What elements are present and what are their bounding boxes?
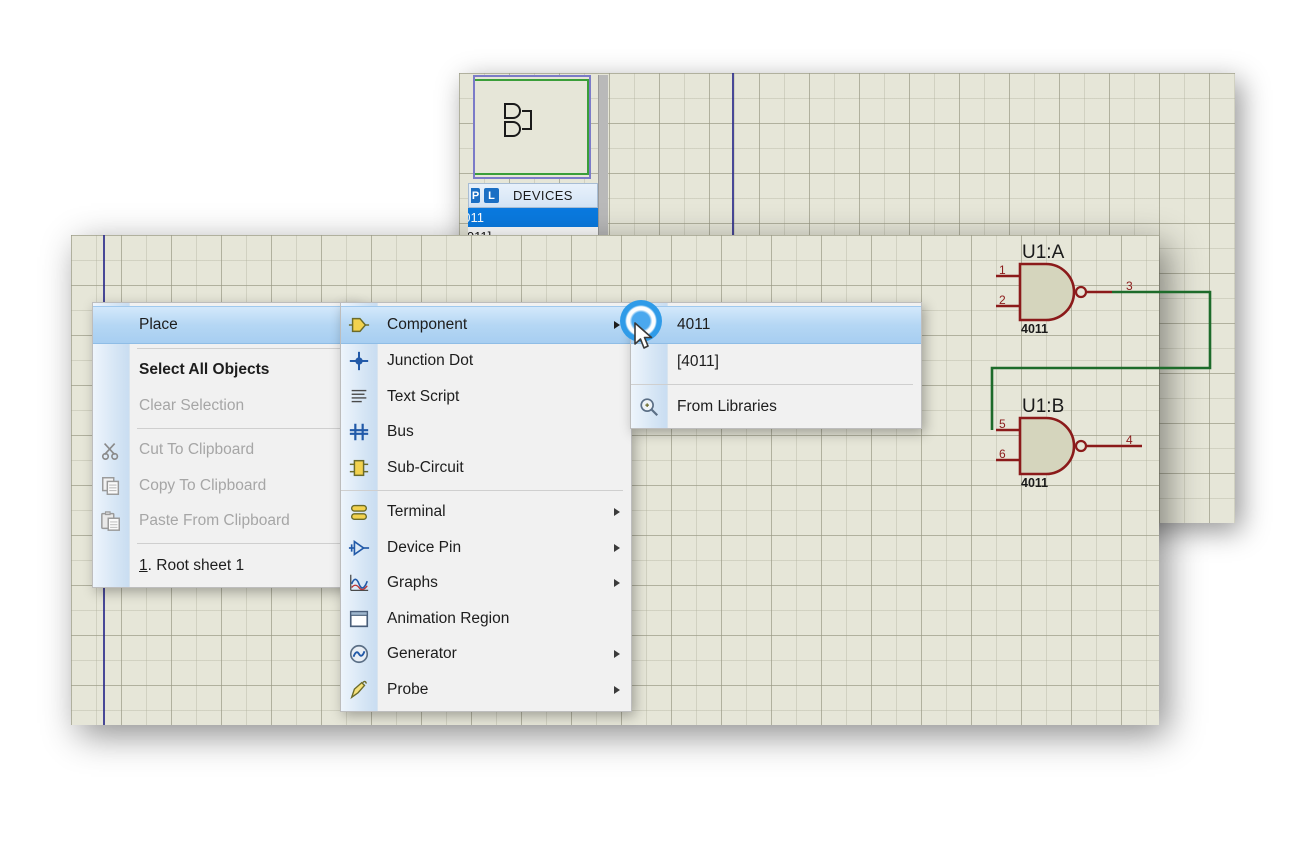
mouse-cursor	[634, 322, 653, 349]
menu-item-junction-dot[interactable]: Junction Dot	[341, 344, 631, 380]
menu-item-paste-from-clipboard-label: Paste From Clipboard	[139, 512, 290, 530]
menu-item-root-sheet-1-dot: .	[147, 556, 152, 574]
text-script-icon	[347, 385, 371, 409]
menu-item-select-all-objects[interactable]: Select All Objects	[93, 353, 357, 389]
context-menu[interactable]: Place Select All Objects Clear Selection	[92, 302, 358, 588]
preview-border-top	[475, 79, 589, 81]
animation-region-icon	[347, 607, 371, 631]
magnifier-icon	[637, 395, 661, 419]
menu-item-from-libraries-label: From Libraries	[677, 398, 777, 415]
screenshot-root: P L DEVICES 4011 [4011] U1:A 1 2 3 4011 …	[0, 0, 1312, 860]
menu-item-place[interactable]: Place	[93, 306, 357, 344]
devices-l-button[interactable]: L	[484, 188, 499, 203]
component-submenu[interactable]: 4011 [4011] From Libraries	[630, 302, 922, 429]
device-pin-icon	[347, 536, 371, 560]
paste-icon	[99, 509, 123, 533]
devices-panel-header: P L DEVICES	[468, 183, 598, 208]
devices-p-button[interactable]: P	[471, 188, 480, 203]
menu-item-root-sheet-1-label: 1. Root sheet 1	[129, 557, 244, 575]
menu-item-graphs[interactable]: Graphs	[341, 566, 631, 602]
nand-gate-preview-icon	[504, 103, 532, 137]
terminal-icon	[347, 500, 371, 524]
devices-panel-scrollbar[interactable]	[598, 75, 608, 245]
graphs-icon	[347, 571, 371, 595]
chevron-right-icon	[614, 650, 620, 659]
devices-list-item-selected-label: 4011	[468, 210, 484, 225]
bus-icon	[347, 420, 371, 444]
copy-icon	[99, 474, 123, 498]
place-submenu[interactable]: Component Junction Dot Text Script Bus S…	[340, 302, 632, 712]
menu-item-bus[interactable]: Bus	[341, 415, 631, 451]
menu-item-place-label: Place	[139, 315, 178, 333]
menu-item-root-sheet-1-number: 1	[139, 556, 148, 574]
menu-item-paste-from-clipboard: Paste From Clipboard	[93, 504, 357, 540]
menu-item-sub-circuit[interactable]: Sub-Circuit	[341, 450, 631, 486]
menu-item-copy-to-clipboard: Copy To Clipboard	[93, 468, 357, 504]
menu-item-generator[interactable]: Generator	[341, 637, 631, 673]
menu-item-component[interactable]: Component	[341, 306, 631, 344]
component-icon	[347, 313, 371, 337]
menu-item-text-script[interactable]: Text Script	[341, 379, 631, 415]
chevron-right-icon	[614, 579, 620, 588]
menu-item-graphs-label: Graphs	[387, 574, 438, 592]
menu-separator	[137, 347, 349, 349]
menu-item-cut-to-clipboard: Cut To Clipboard	[93, 433, 357, 469]
menu-item-component-label: Component	[387, 315, 468, 333]
menu-separator	[137, 543, 349, 544]
menu-item-4011[interactable]: 4011	[631, 306, 921, 344]
menu-item-4011-bracketed[interactable]: [4011]	[631, 344, 921, 380]
menu-item-sub-circuit-label: Sub-Circuit	[387, 458, 464, 476]
menu-item-select-all-objects-label: Select All Objects	[139, 361, 270, 379]
menu-item-animation-region[interactable]: Animation Region	[341, 601, 631, 637]
menu-item-device-pin-label: Device Pin	[387, 538, 462, 556]
chevron-right-icon	[614, 685, 620, 694]
menu-item-clear-selection-label: Clear Selection	[139, 396, 245, 414]
menu-item-device-pin[interactable]: Device Pin	[341, 530, 631, 566]
menu-item-probe[interactable]: Probe	[341, 672, 631, 708]
device-preview-box	[473, 75, 591, 179]
devices-list-item-selected[interactable]: 4011	[468, 208, 598, 227]
sub-circuit-icon	[347, 456, 371, 480]
menu-item-4011-bracketed-label: [4011]	[677, 353, 719, 370]
menu-item-from-libraries[interactable]: From Libraries	[631, 389, 921, 425]
menu-item-cut-to-clipboard-label: Cut To Clipboard	[139, 441, 255, 459]
menu-item-terminal[interactable]: Terminal	[341, 495, 631, 531]
preview-border-right	[587, 79, 589, 175]
menu-item-animation-region-label: Animation Region	[387, 609, 510, 627]
chevron-right-icon	[614, 543, 620, 552]
menu-item-copy-to-clipboard-label: Copy To Clipboard	[139, 476, 267, 494]
generator-icon	[347, 642, 371, 666]
menu-item-clear-selection: Clear Selection	[93, 388, 357, 424]
menu-separator	[631, 384, 913, 385]
preview-border-bottom	[475, 173, 589, 175]
chevron-right-icon	[614, 508, 620, 517]
menu-item-generator-label: Generator	[387, 645, 457, 663]
menu-item-probe-label: Probe	[387, 680, 429, 698]
menu-separator	[137, 427, 349, 429]
menu-item-bus-label: Bus	[387, 423, 414, 441]
scissors-icon	[99, 438, 123, 462]
menu-item-terminal-label: Terminal	[387, 503, 446, 521]
probe-icon	[347, 678, 371, 702]
menu-item-root-sheet-1[interactable]: 1. Root sheet 1	[93, 548, 357, 584]
menu-item-text-script-label: Text Script	[387, 387, 460, 405]
devices-panel-title: DEVICES	[513, 188, 573, 203]
menu-item-junction-dot-label: Junction Dot	[387, 352, 474, 370]
menu-item-4011-label: 4011	[677, 316, 711, 333]
junction-dot-icon	[347, 349, 371, 373]
menu-separator	[341, 489, 623, 491]
menu-item-root-sheet-1-text: Root sheet 1	[156, 556, 245, 574]
